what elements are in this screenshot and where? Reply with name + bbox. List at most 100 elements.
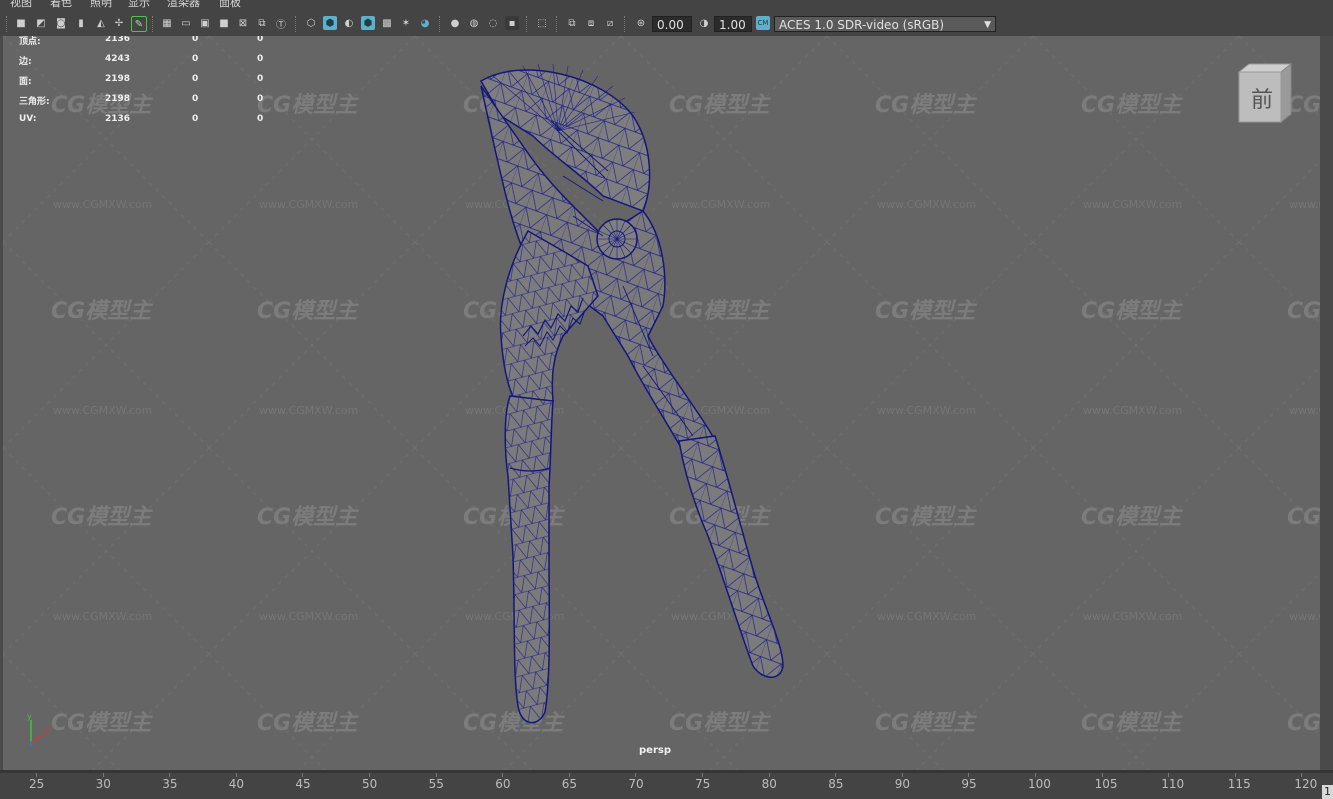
time-slider-tick-label: 65 — [561, 777, 578, 791]
menu-view[interactable]: 视图 — [10, 0, 32, 8]
time-slider-tick-label: 55 — [428, 777, 444, 791]
time-slider-tick-label: 85 — [828, 777, 844, 791]
hud-selected: 0 — [192, 94, 199, 104]
time-slider-tick-label: 30 — [95, 777, 111, 791]
hud-value: 4243 — [105, 54, 131, 64]
hud-label: 顶点: — [19, 37, 41, 47]
toolbar-separator — [152, 16, 155, 32]
grease-pencil-icon[interactable]: ✎ — [131, 16, 147, 32]
isolate-select-icon[interactable]: ⬚ — [535, 16, 549, 30]
toolbar-separator — [526, 16, 529, 32]
motion-blur-icon[interactable]: ◍ — [467, 16, 481, 30]
gamma-icon[interactable]: ◑ — [697, 16, 711, 30]
camera-icon[interactable]: ■ — [14, 16, 28, 30]
depth-of-field-icon[interactable]: ▪ — [505, 16, 519, 30]
toolbar-separator — [6, 16, 9, 32]
ambient-occlusion-icon[interactable]: ● — [448, 16, 462, 30]
hud-selected: 0 — [192, 114, 199, 124]
textures-icon[interactable]: ▩ — [380, 16, 394, 30]
lights-icon[interactable]: ✶ — [399, 16, 413, 30]
hud-uv: 0 — [257, 54, 264, 64]
current-frame-indicator[interactable]: 1 — [1322, 785, 1333, 799]
menu-lighting[interactable]: 照明 — [90, 0, 112, 8]
hud-value: 2198 — [105, 74, 131, 84]
menu-show[interactable]: 显示 — [128, 0, 150, 8]
hud-uv: 0 — [257, 74, 264, 84]
time-slider-tick-label: 60 — [495, 777, 511, 791]
shadows-icon[interactable]: ◕ — [418, 16, 432, 30]
color-space-dropdown[interactable]: ACES 1.0 SDR-video (sRGB) ▼ — [774, 16, 996, 32]
xray-icon[interactable]: ⧉ — [565, 16, 579, 30]
viewport-3d[interactable]: CG模型主 CG模型主 CG模型主 CG模型主 www.CGMXW.com www.CGM… — [3, 36, 1320, 770]
viewport-right-border — [1320, 36, 1333, 770]
hud-label: 面: — [19, 77, 32, 87]
bookmark-icon[interactable]: ▮ — [74, 16, 88, 30]
xray-joints-icon[interactable]: ⧈ — [584, 16, 598, 30]
toolbar-separator — [295, 16, 298, 32]
menu-panels[interactable]: 面板 — [219, 0, 241, 8]
time-slider-tick-label: 120 — [1294, 777, 1318, 791]
toolbar-separator — [556, 16, 559, 32]
svg-text:y: y — [27, 712, 32, 721]
hud-value: 2136 — [105, 114, 131, 124]
anti-alias-icon[interactable]: ◌ — [486, 16, 500, 30]
chevron-down-icon: ▼ — [984, 20, 991, 30]
xray-components-icon[interactable]: ⧄ — [603, 16, 617, 30]
time-slider-tick-label: 25 — [29, 777, 45, 791]
toolbar-separator — [439, 16, 442, 32]
time-slider-tick-label: 110 — [1161, 777, 1185, 791]
wireframe-on-shaded-icon[interactable]: ⬢ — [361, 16, 375, 30]
hud-label: 边: — [19, 57, 32, 67]
hud-selected: 0 — [192, 74, 199, 84]
hud-uv: 0 — [257, 94, 264, 104]
gate-mask-icon[interactable]: ■ — [217, 16, 231, 30]
field-chart-icon[interactable]: ⊠ — [236, 16, 250, 30]
smooth-shade-icon[interactable]: ⬢ — [323, 16, 337, 30]
camera-name-label: persp — [639, 745, 671, 756]
view-cube[interactable]: 前 — [1235, 62, 1293, 126]
grid-icon[interactable]: ▦ — [160, 16, 174, 30]
time-slider-tick-label: 115 — [1227, 777, 1251, 791]
hud-uv: 0 — [257, 114, 264, 124]
camera-lock-icon[interactable]: ◙ — [54, 16, 68, 30]
menu-renderer[interactable]: 渲染器 — [167, 0, 200, 8]
film-gate-icon[interactable]: ▭ — [179, 16, 193, 30]
resolution-gate-icon[interactable]: ▣ — [198, 16, 212, 30]
hud-label: 三角形: — [19, 97, 50, 107]
safe-title-icon[interactable]: Ⓣ — [274, 16, 288, 31]
time-slider-tick-label: 80 — [761, 777, 777, 791]
hud-label: UV: — [19, 114, 37, 124]
time-slider-tick-label: 90 — [894, 777, 911, 791]
exposure-field[interactable]: 0.00 — [652, 16, 692, 32]
time-slider-tick-label: 105 — [1094, 777, 1118, 791]
time-slider-tick-label: 75 — [695, 777, 711, 791]
time-slider[interactable]: 25 30 35 40 45 50 55 60 65 70 75 80 85 90 95 100 105 110 1… — [0, 770, 1333, 799]
color-space-icon[interactable]: CM — [756, 16, 770, 30]
hud-uv: 0 — [257, 36, 264, 44]
flat-shade-icon[interactable]: ◐ — [342, 16, 356, 30]
toolbar-separator — [624, 16, 627, 32]
wireframe-icon[interactable]: ⬡ — [304, 16, 318, 30]
viewport-toolbar: ■ ◩ ◙ ▮ ◭ ✢ ✎ ▦ ▭ ▣ ■ ⊠ ⧉ Ⓣ ⬡ ⬢ ◐ ⬢ ▩ ✶ … — [0, 12, 1333, 37]
time-slider-tick-label: 95 — [961, 777, 977, 791]
hud-selected: 0 — [192, 36, 199, 44]
pliers-wireframe-mesh[interactable] — [3, 36, 1320, 770]
image-plane-icon[interactable]: ◭ — [94, 16, 108, 30]
safe-action-icon[interactable]: ⧉ — [255, 16, 269, 30]
exposure-icon[interactable]: ⊛ — [634, 16, 648, 30]
time-slider-tick-label: 100 — [1028, 777, 1051, 791]
time-slider-tick-label: 40 — [228, 777, 245, 791]
axis-gizmo: y x — [27, 712, 50, 746]
hud-value: 2198 — [105, 94, 131, 104]
camera-attr-icon[interactable]: ◩ — [34, 16, 48, 30]
gamma-field[interactable]: 1.00 — [714, 16, 752, 32]
menu-shading[interactable]: 着色 — [50, 0, 72, 8]
time-slider-tick-label: 45 — [295, 777, 311, 791]
color-space-label: ACES 1.0 SDR-video (sRGB) — [779, 18, 945, 32]
time-slider-tick-label: 35 — [162, 777, 178, 791]
two-d-pan-icon[interactable]: ✢ — [112, 16, 126, 30]
view-cube-front-label: 前 — [1250, 88, 1273, 113]
hud-selected: 0 — [192, 54, 199, 64]
viewport-menubar: 视图 着色 照明 显示 渲染器 面板 — [0, 0, 1333, 12]
time-slider-tick-label: 50 — [362, 777, 378, 791]
